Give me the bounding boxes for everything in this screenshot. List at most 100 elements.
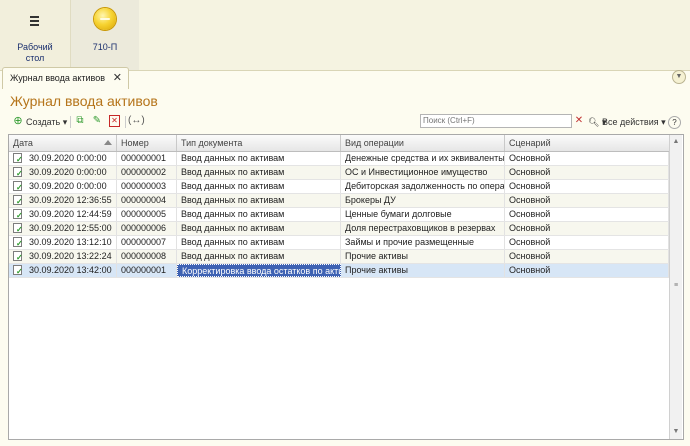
- cell-number: 000000004: [117, 194, 177, 207]
- posted-document-icon: ✓: [13, 237, 24, 248]
- cell-scenario: Основной: [505, 208, 669, 221]
- cell-number: 000000001: [117, 152, 177, 165]
- cell-doc-type: Ввод данных по активам: [177, 152, 341, 165]
- section-desktop[interactable]: Рабочий стол: [0, 0, 71, 70]
- posted-document-icon: ✓: [13, 209, 24, 220]
- posted-document-icon: ✓: [13, 223, 24, 234]
- cell-scenario: Основной: [505, 152, 669, 165]
- cell-scenario: Основной: [505, 180, 669, 193]
- cell-operation: Доля перестраховщиков в резервах: [341, 222, 505, 235]
- cell-doc-type: Ввод данных по активам: [177, 166, 341, 179]
- cell-number: 000000008: [117, 250, 177, 263]
- copy-icon[interactable]: ⧉: [74, 115, 86, 127]
- cell-doc-type: Ввод данных по активам: [177, 222, 341, 235]
- cell-date: 30.09.2020 13:22:24: [27, 250, 117, 263]
- tab-bar: Журнал ввода активов ✕ ▼: [0, 67, 690, 89]
- cell-doc-type: Ввод данных по активам: [177, 180, 341, 193]
- all-actions-button[interactable]: Все действия ▾: [602, 115, 666, 129]
- column-header-date-label: Дата: [13, 138, 33, 148]
- posted-document-icon: ✓: [13, 153, 24, 164]
- cell-doc-type: Ввод данных по активам: [177, 208, 341, 221]
- cell-number: 000000002: [117, 166, 177, 179]
- posted-document-icon: ✓: [13, 195, 24, 206]
- close-icon[interactable]: ✕: [113, 71, 122, 84]
- cell-operation: Займы и прочие размещенные: [341, 236, 505, 249]
- cell-operation: Ценные бумаги долговые: [341, 208, 505, 221]
- coin-icon: [94, 8, 116, 30]
- edit-icon[interactable]: ✎: [91, 115, 103, 127]
- scroll-down-icon[interactable]: ▼: [671, 427, 681, 437]
- hamburger-menu-icon: [30, 16, 39, 28]
- cell-doc-type: Ввод данных по активам: [177, 236, 341, 249]
- cell-operation: Брокеры ДУ: [341, 194, 505, 207]
- cell-operation: Денежные средства и их эквиваленты: [341, 152, 505, 165]
- cell-date: 30.09.2020 12:44:59: [27, 208, 117, 221]
- sort-asc-icon: [104, 140, 112, 145]
- section-desktop-label: Рабочий стол: [17, 42, 53, 63]
- create-label: Создать: [26, 117, 61, 127]
- cell-number: 000000007: [117, 236, 177, 249]
- cell-date: 30.09.2020 0:00:00: [27, 152, 117, 165]
- cell-number: 000000001: [117, 264, 177, 277]
- table-header: Дата Номер Тип документа Вид операции Сц…: [9, 135, 669, 152]
- cell-date: 30.09.2020 12:55:00: [27, 222, 117, 235]
- link-icon[interactable]: (↔): [128, 115, 145, 127]
- posted-document-icon: ✓: [13, 265, 24, 276]
- cell-operation: Прочие активы: [341, 264, 505, 277]
- search-input[interactable]: [420, 114, 572, 128]
- table-row[interactable]: ✓ 30.09.2020 12:36:55 000000004 Ввод дан…: [9, 194, 669, 208]
- section-710p-label: 710-П: [92, 42, 118, 52]
- column-header-operation[interactable]: Вид операции: [341, 135, 505, 151]
- cell-date: 30.09.2020 13:12:10: [27, 236, 117, 249]
- cell-scenario: Основной: [505, 166, 669, 179]
- cell-date: 30.09.2020 12:36:55: [27, 194, 117, 207]
- cell-doc-type: Ввод данных по активам: [177, 250, 341, 263]
- column-header-scenario[interactable]: Сценарий: [505, 135, 669, 151]
- cell-scenario: Основной: [505, 264, 669, 277]
- column-header-date[interactable]: Дата: [9, 135, 117, 151]
- cell-scenario: Основной: [505, 194, 669, 207]
- scroll-marker-icon: ≡: [673, 282, 679, 289]
- chevron-down-icon[interactable]: ▼: [672, 70, 686, 84]
- table-row[interactable]: ✓ 30.09.2020 13:22:24 000000008 Ввод дан…: [9, 250, 669, 264]
- tab-label: Журнал ввода активов: [10, 73, 106, 83]
- cell-scenario: Основной: [505, 222, 669, 235]
- cell-number: 000000005: [117, 208, 177, 221]
- column-header-doc-type[interactable]: Тип документа: [177, 135, 341, 151]
- cell-doc-type: Ввод данных по активам: [177, 194, 341, 207]
- search-icon: 🔍︎: [588, 117, 600, 127]
- cell-scenario: Основной: [505, 236, 669, 249]
- section-710p[interactable]: 710-П: [71, 0, 139, 70]
- help-icon[interactable]: ?: [668, 116, 681, 129]
- table-row[interactable]: ✓ 30.09.2020 12:44:59 000000005 Ввод дан…: [9, 208, 669, 222]
- vertical-scrollbar[interactable]: ▲ ≡ ▼: [669, 135, 682, 439]
- table-row[interactable]: ✓ 30.09.2020 0:00:00 000000002 Ввод данн…: [9, 166, 669, 180]
- cell-date: 30.09.2020 13:42:00: [27, 264, 117, 277]
- cell-scenario: Основной: [505, 250, 669, 263]
- cell-operation: ОС и Инвестиционное имущество: [341, 166, 505, 179]
- table-row-selected[interactable]: ✓ 30.09.2020 13:42:00 000000001 Корректи…: [9, 264, 669, 278]
- cell-operation: Прочие активы: [341, 250, 505, 263]
- cell-doc-type-focused[interactable]: Корректировка ввода остатков по акти...: [177, 264, 341, 277]
- cell-date: 30.09.2020 0:00:00: [27, 180, 117, 193]
- delete-mark-icon[interactable]: ✕: [109, 115, 120, 127]
- table-row[interactable]: ✓ 30.09.2020 0:00:00 000000003 Ввод данн…: [9, 180, 669, 194]
- scroll-up-icon[interactable]: ▲: [671, 137, 681, 147]
- toolbar-divider: [70, 116, 71, 128]
- add-circle-icon: ⊕: [13, 115, 23, 127]
- toolbar: ⊕ Создать ▾ ⧉ ✎ ✕ (↔) ✕ 🔍︎ ▾ Все действи…: [8, 113, 682, 131]
- clear-search-icon[interactable]: ✕: [573, 114, 585, 128]
- tab-journal[interactable]: Журнал ввода активов ✕: [2, 67, 129, 89]
- posted-document-icon: ✓: [13, 251, 24, 262]
- documents-table: Дата Номер Тип документа Вид операции Сц…: [8, 134, 684, 440]
- table-row[interactable]: ✓ 30.09.2020 0:00:00 000000001 Ввод данн…: [9, 152, 669, 166]
- column-header-number[interactable]: Номер: [117, 135, 177, 151]
- all-actions-label: Все действия: [602, 117, 659, 127]
- page-title: Журнал ввода активов: [10, 93, 158, 109]
- cell-number: 000000006: [117, 222, 177, 235]
- sections-panel: Рабочий стол 710-П: [0, 0, 690, 71]
- cell-number: 000000003: [117, 180, 177, 193]
- table-row[interactable]: ✓ 30.09.2020 13:12:10 000000007 Ввод дан…: [9, 236, 669, 250]
- create-button[interactable]: Создать ▾: [26, 115, 67, 129]
- table-row[interactable]: ✓ 30.09.2020 12:55:00 000000006 Ввод дан…: [9, 222, 669, 236]
